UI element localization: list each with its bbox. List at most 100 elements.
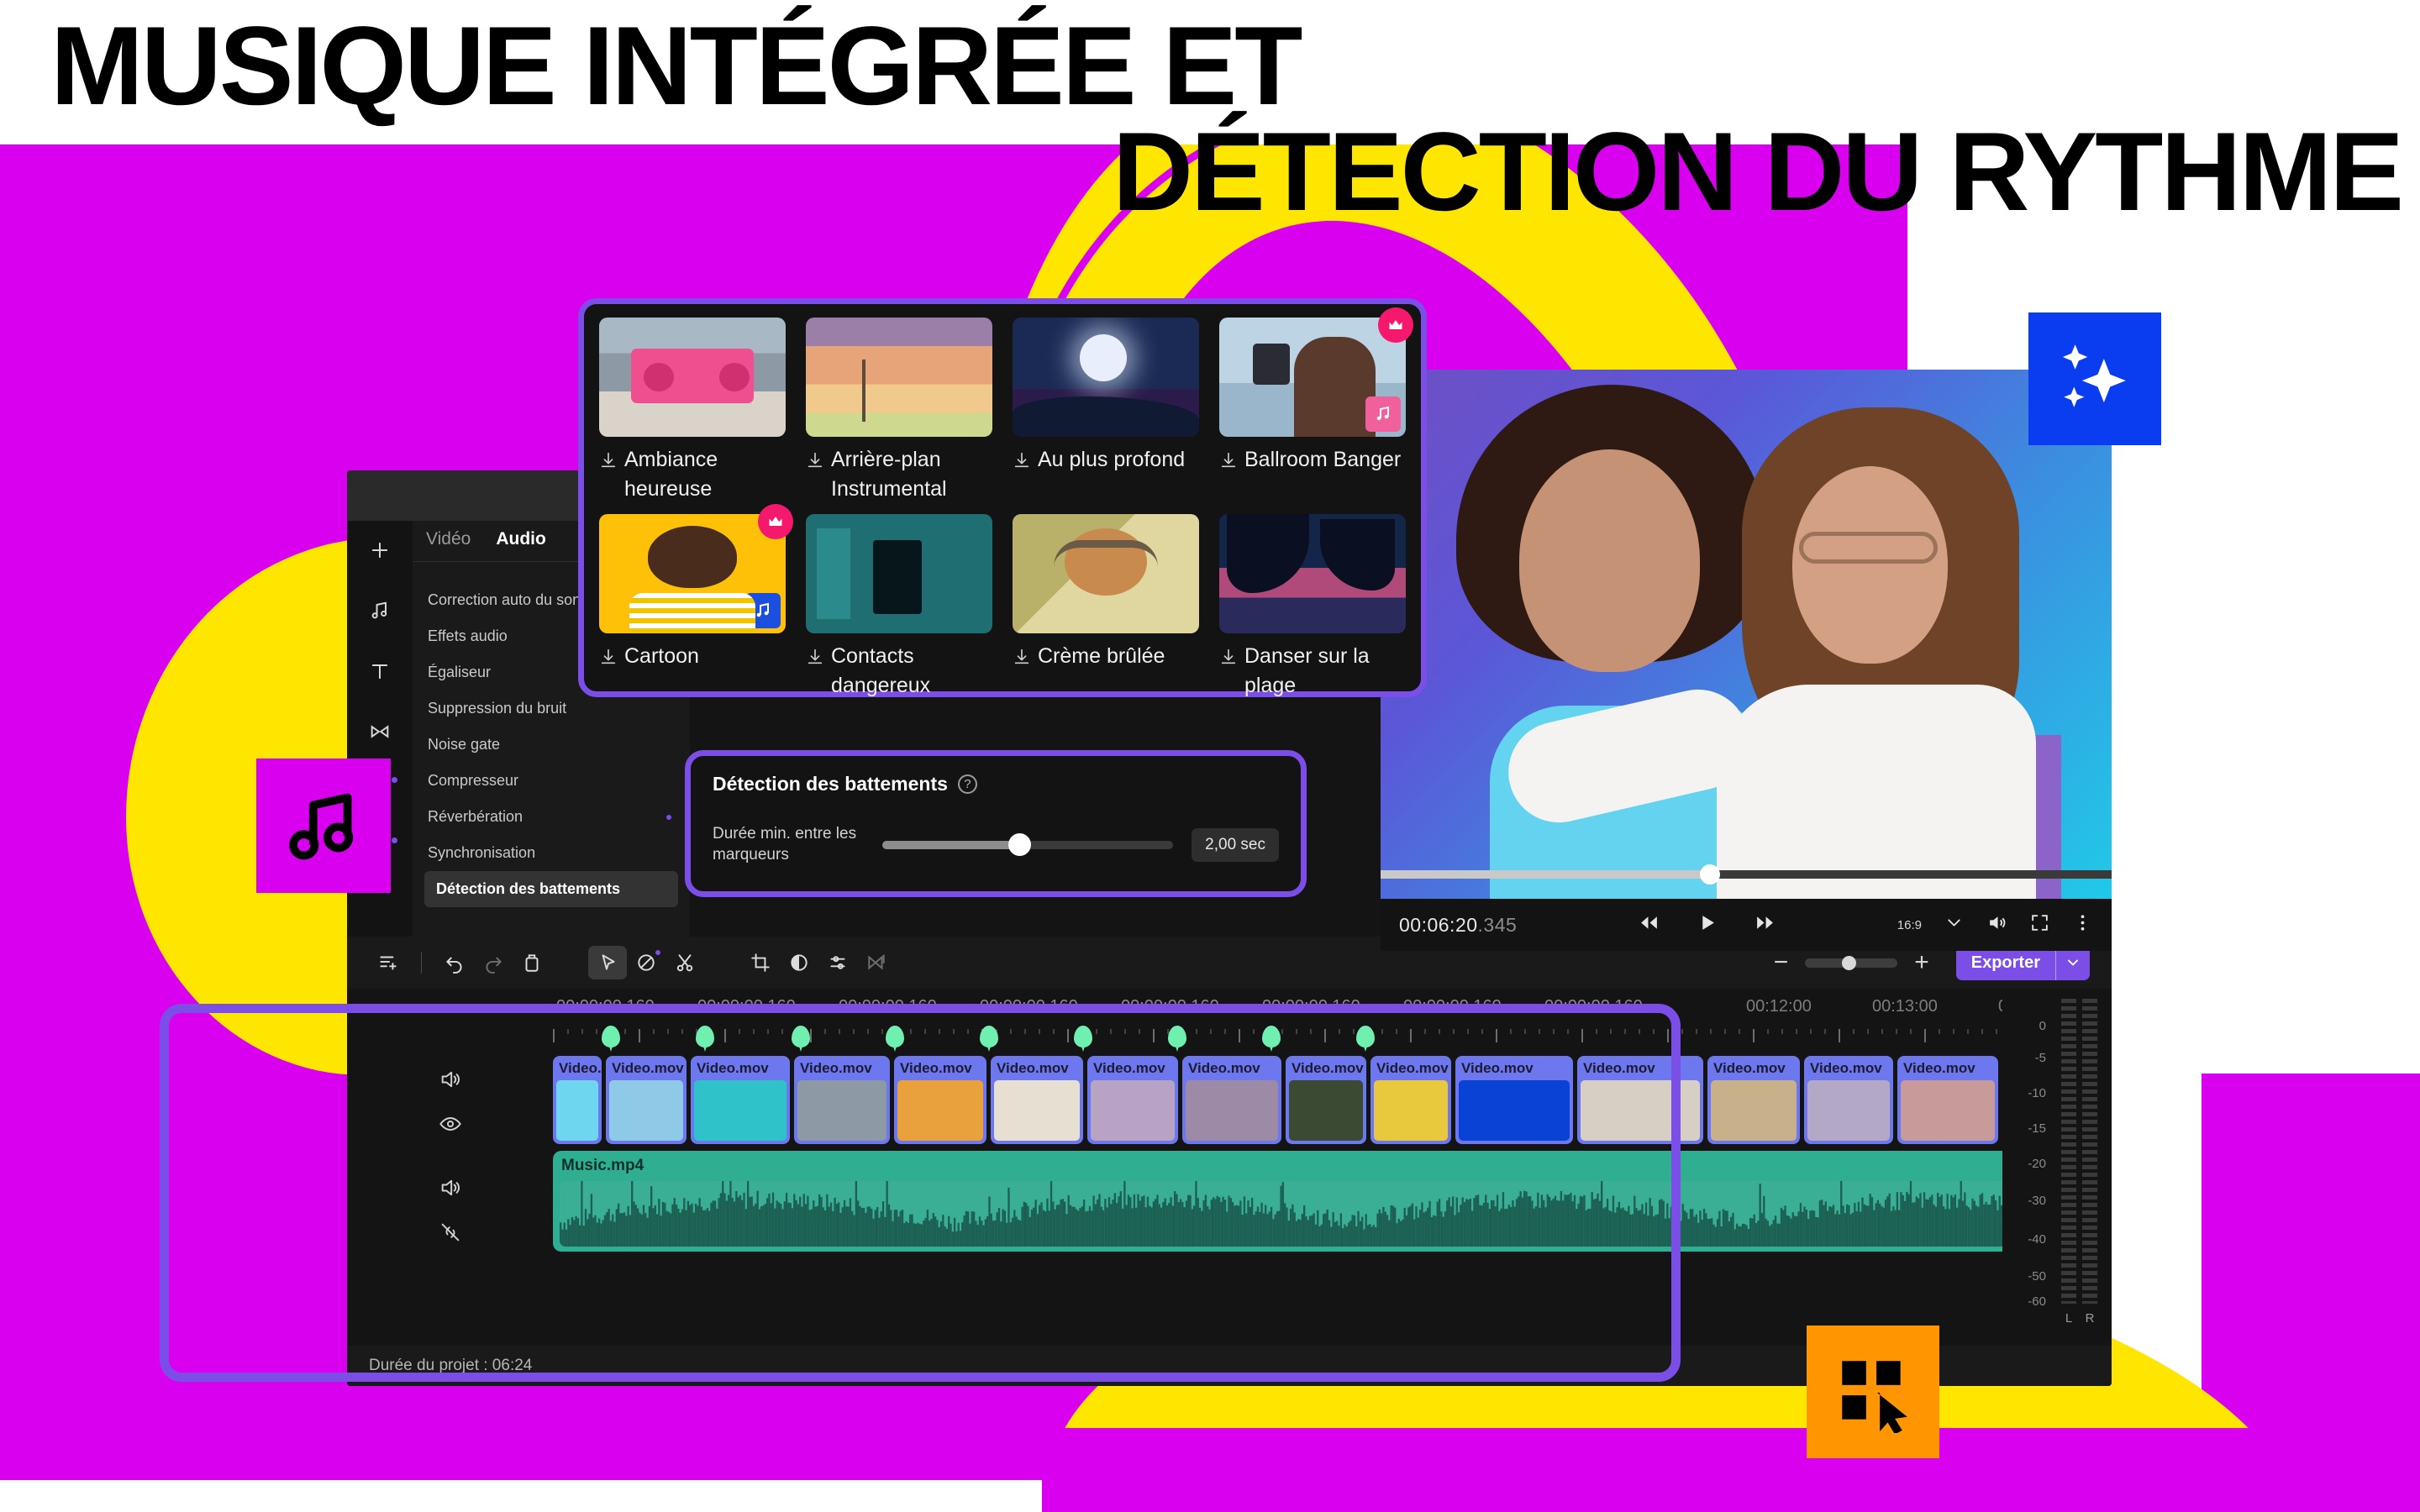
music-track-thumbnail[interactable] — [1219, 318, 1406, 437]
ruler-tick — [1010, 1029, 1012, 1034]
panel-item-synchronisation[interactable]: Synchronisation — [413, 835, 690, 871]
music-track-thumbnail[interactable] — [1013, 318, 1199, 437]
more-options-icon[interactable] — [2072, 912, 2093, 937]
volume-icon-player[interactable] — [1986, 912, 2007, 937]
music-track-card[interactable]: Ambiance heureuse — [599, 318, 786, 509]
unlink-icon[interactable] — [439, 1221, 462, 1248]
redo-icon[interactable] — [474, 946, 513, 979]
text-icon[interactable] — [366, 657, 394, 685]
beat-marker-icon[interactable] — [792, 1026, 810, 1052]
download-icon[interactable] — [1013, 648, 1031, 666]
min-duration-slider-knob[interactable] — [1007, 832, 1031, 856]
timeline-clip[interactable]: Video.mov — [1897, 1056, 1998, 1144]
timeline-clip[interactable]: Video.mov — [691, 1056, 790, 1144]
beat-marker-icon[interactable] — [696, 1026, 714, 1052]
zoom-slider[interactable] — [1805, 955, 1898, 970]
panel-item-compresseur[interactable]: Compresseur — [413, 763, 690, 799]
download-icon[interactable] — [1219, 648, 1238, 666]
music-track-name-row: Au plus profond — [1013, 445, 1199, 509]
music-track-card[interactable]: Danser sur la plage — [1219, 514, 1406, 706]
timeline-clip[interactable]: Video.mov — [1087, 1056, 1178, 1144]
timeline-clip[interactable]: Video.mov — [1455, 1056, 1573, 1144]
color-icon[interactable] — [780, 946, 818, 979]
transition-icon[interactable] — [366, 717, 394, 746]
eye-icon[interactable] — [439, 1112, 462, 1140]
meter-scale-label: -20 — [2028, 1157, 2046, 1171]
music-track-thumbnail[interactable] — [599, 514, 786, 633]
min-duration-slider[interactable] — [882, 832, 1174, 856]
timeline-clip[interactable]: Video.mov — [991, 1056, 1083, 1144]
panel-item-detection-battements[interactable]: Détection des battements — [424, 871, 678, 907]
preview-scrubber[interactable] — [1381, 864, 2112, 885]
panel-item-noise-gate[interactable]: Noise gate — [413, 727, 690, 763]
timeline-clip[interactable]: Video.mov — [1577, 1056, 1703, 1144]
music-track-thumbnail[interactable] — [806, 514, 992, 633]
timeline-clip[interactable]: Video.mov — [894, 1056, 986, 1144]
rewind-icon[interactable] — [1639, 912, 1660, 937]
music-track-card[interactable]: Au plus profond — [1013, 318, 1199, 509]
zoom-in-button[interactable]: + — [1914, 950, 1929, 975]
music-track-card[interactable]: Cartoon — [599, 504, 793, 706]
timeline-clip[interactable]: Video.mov — [1370, 1056, 1451, 1144]
aspect-ratio-label[interactable]: 16:9 — [1897, 918, 1922, 932]
beat-marker-icon[interactable] — [602, 1026, 620, 1052]
music-track-card[interactable]: Ballroom Banger — [1219, 307, 1413, 509]
beat-marker-icon[interactable] — [1262, 1026, 1281, 1052]
panel-item-reverberation[interactable]: Réverbération — [413, 799, 690, 835]
delete-icon[interactable] — [513, 946, 551, 979]
timeline-ruler[interactable]: 00:00:00.160 00:00:00.160 00:00:00.160 00:0… — [553, 989, 2112, 1056]
zoom-out-button[interactable]: − — [1774, 950, 1789, 975]
background-white-bottom-left — [0, 1480, 1042, 1512]
download-icon[interactable] — [599, 648, 618, 666]
adjust-icon[interactable] — [818, 946, 857, 979]
chevron-down-icon-ratio[interactable] — [1944, 912, 1965, 937]
zoom-slider-knob[interactable] — [1842, 955, 1857, 970]
timeline-clip[interactable]: Video.mov — [1707, 1056, 1800, 1144]
download-icon[interactable] — [1219, 451, 1238, 470]
music-track-card[interactable]: Crème brûlée — [1013, 514, 1199, 706]
auto-add-icon[interactable] — [369, 946, 408, 979]
download-icon[interactable] — [599, 451, 618, 470]
timeline-clip[interactable]: Video.mov — [1182, 1056, 1281, 1144]
select-tool-icon[interactable] — [588, 946, 627, 979]
timeline-clip[interactable]: Video.mov — [606, 1056, 687, 1144]
timeline-clip[interactable]: Video.mov — [1804, 1056, 1893, 1144]
volume-icon-audio[interactable] — [439, 1176, 462, 1204]
fast-forward-icon[interactable] — [1754, 912, 1776, 937]
music-track-thumbnail[interactable] — [806, 318, 992, 437]
beat-marker-icon[interactable] — [886, 1026, 904, 1052]
beat-marker-icon[interactable] — [1356, 1026, 1375, 1052]
music-track-thumbnail[interactable] — [1219, 514, 1406, 633]
tab-video[interactable]: Vidéo — [426, 529, 471, 549]
play-icon[interactable] — [1697, 912, 1718, 937]
timeline-clip[interactable]: Video.mov — [1286, 1056, 1366, 1144]
ruler-time-label-right: 00:13:00 — [1872, 997, 1938, 1016]
audio-clip-music[interactable]: Music.mp4 — [553, 1151, 2112, 1252]
fullscreen-icon[interactable] — [2029, 912, 2050, 937]
preview-scrubber-knob[interactable] — [1699, 864, 1720, 885]
clip-label: Video.mov — [800, 1060, 872, 1076]
download-icon[interactable] — [806, 451, 824, 470]
video-track[interactable]: Video.mov Video.mov Video.mov Video.mov Vide… — [553, 1056, 2112, 1144]
download-icon[interactable] — [806, 648, 824, 666]
pen-tool-icon[interactable] — [627, 946, 666, 979]
download-icon[interactable] — [1013, 451, 1031, 470]
music-track-card[interactable]: Arrière-plan Instrumental — [806, 318, 992, 509]
music-track-thumbnail[interactable] — [1013, 514, 1199, 633]
add-media-icon[interactable] — [366, 536, 394, 564]
beat-marker-icon[interactable] — [980, 1026, 998, 1052]
tab-audio[interactable]: Audio — [496, 529, 545, 549]
help-icon[interactable]: ? — [957, 774, 977, 794]
music-note-icon[interactable] — [366, 596, 394, 625]
volume-icon[interactable] — [439, 1068, 462, 1095]
timeline-clip[interactable]: Video.mov — [553, 1056, 602, 1144]
speed-icon[interactable] — [857, 946, 896, 979]
beat-marker-icon[interactable] — [1074, 1026, 1092, 1052]
crop-icon[interactable] — [741, 946, 780, 979]
undo-icon[interactable] — [435, 946, 474, 979]
timeline-clip[interactable]: Video.mov — [794, 1056, 890, 1144]
beat-marker-icon[interactable] — [1168, 1026, 1186, 1052]
music-track-thumbnail[interactable] — [599, 318, 786, 437]
split-icon[interactable] — [666, 946, 704, 979]
music-track-card[interactable]: Contacts dangereux — [806, 514, 992, 706]
